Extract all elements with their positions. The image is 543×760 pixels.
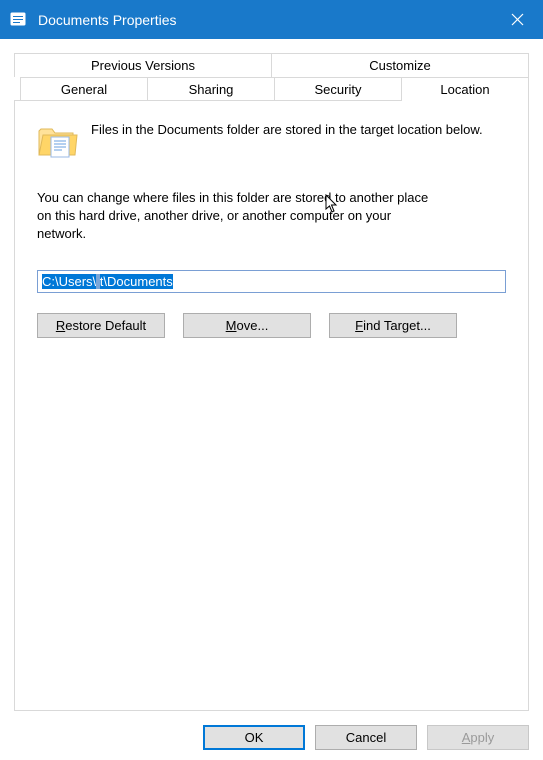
tab-panel-location: Files in the Documents folder are stored… xyxy=(14,100,529,711)
restore-default-label: estore Default xyxy=(65,318,146,333)
move-label: ove... xyxy=(237,318,269,333)
titlebar: Documents Properties xyxy=(0,0,543,39)
tab-sharing[interactable]: Sharing xyxy=(148,77,275,101)
dialog-body: Previous Versions Customize General Shar… xyxy=(0,39,543,760)
path-prefix: C:\Users\ xyxy=(42,274,96,289)
tab-security[interactable]: Security xyxy=(275,77,402,101)
path-input[interactable]: C:\Users\ t\Documents xyxy=(37,270,506,293)
tab-strip: Previous Versions Customize General Shar… xyxy=(14,53,529,101)
tab-general[interactable]: General xyxy=(20,77,148,101)
documents-folder-icon xyxy=(37,121,77,161)
ok-button[interactable]: OK xyxy=(203,725,305,750)
intro-text: Files in the Documents folder are stored… xyxy=(91,121,506,139)
find-target-button[interactable]: Find Target... xyxy=(329,313,457,338)
apply-button[interactable]: Apply xyxy=(427,725,529,750)
window-title: Documents Properties xyxy=(38,12,491,28)
tabs-area: Previous Versions Customize General Shar… xyxy=(14,53,529,711)
cancel-button[interactable]: Cancel xyxy=(315,725,417,750)
dialog-button-row: OK Cancel Apply xyxy=(14,711,529,750)
description-text: You can change where files in this folde… xyxy=(37,189,437,244)
path-suffix: t\Documents xyxy=(100,274,173,289)
folder-properties-icon xyxy=(10,11,28,29)
restore-default-button[interactable]: Restore Default xyxy=(37,313,165,338)
apply-label: pply xyxy=(470,730,494,745)
tab-customize[interactable]: Customize xyxy=(272,53,529,77)
find-target-label: ind Target... xyxy=(363,318,431,333)
close-button[interactable] xyxy=(491,0,543,39)
tab-previous-versions[interactable]: Previous Versions xyxy=(14,53,272,77)
tab-location[interactable]: Location xyxy=(402,77,529,101)
location-button-row: Restore Default Move... Find Target... xyxy=(37,313,506,338)
move-button[interactable]: Move... xyxy=(183,313,311,338)
